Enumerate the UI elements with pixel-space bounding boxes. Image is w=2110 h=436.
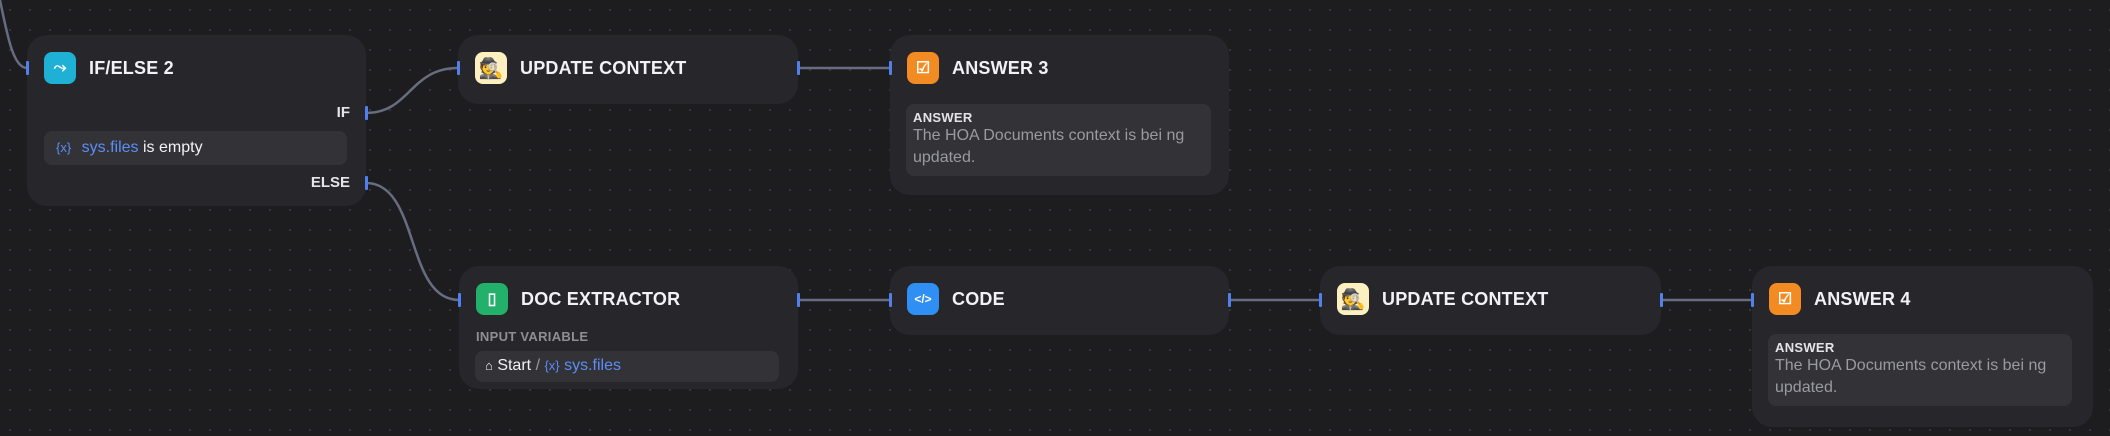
node-title: DOC EXTRACTOR <box>521 288 681 309</box>
branch-icon: ⤳ <box>44 52 76 84</box>
input-handle[interactable] <box>1319 293 1322 307</box>
node-title: UPDATE CONTEXT <box>520 57 687 78</box>
code-node[interactable]: </> CODE <box>889 266 1231 335</box>
input-variable: sys.files <box>564 357 622 374</box>
detective-emoji-icon: 🕵 <box>1337 283 1369 315</box>
condition-variable: sys.files <box>81 139 139 156</box>
update-context-node[interactable]: 🕵 UPDATE CONTEXT <box>457 35 800 104</box>
edge-else-doc-extractor <box>365 181 460 302</box>
update-context-node-2[interactable]: 🕵 UPDATE CONTEXT <box>1319 266 1663 335</box>
answer-text: The HOA Documents context is bei ng upda… <box>913 127 1185 166</box>
else-output-handle[interactable] <box>365 176 368 190</box>
output-handle[interactable] <box>1660 293 1663 307</box>
input-variable-row[interactable]: ⌂ Start / {x} sys.files <box>475 351 779 382</box>
answer-4-node[interactable]: ☑ ANSWER 4 ANSWER The HOA Documents cont… <box>1751 266 2093 427</box>
input-handle[interactable] <box>889 293 892 307</box>
doc-extractor-icon: ▯ <box>476 283 508 315</box>
answer-box: ANSWER The HOA Documents context is bei … <box>1768 334 2072 406</box>
node-title: IF/ELSE 2 <box>89 57 174 78</box>
node-title: ANSWER 4 <box>1814 288 1911 309</box>
answer-chat-icon: ☑ <box>907 52 939 84</box>
if-output-handle[interactable] <box>365 106 368 120</box>
node-title: UPDATE CONTEXT <box>1382 288 1549 309</box>
input-handle[interactable] <box>457 61 460 75</box>
input-handle[interactable] <box>1751 293 1754 307</box>
if-label: IF <box>336 104 350 121</box>
source-node: Start <box>497 357 532 374</box>
input-handle[interactable] <box>458 293 461 307</box>
doc-extractor-node[interactable]: ▯ DOC EXTRACTOR INPUT VARIABLE ⌂ Start /… <box>458 266 800 389</box>
node-title: ANSWER 3 <box>952 57 1049 78</box>
ifelse-node[interactable]: ⤳ IF/ELSE 2 IF {x} sys.files is empty EL… <box>26 35 368 206</box>
path-separator: / <box>535 357 541 374</box>
answer-field-label: ANSWER <box>913 110 973 125</box>
answer-text: The HOA Documents context is bei ng upda… <box>1775 357 2047 396</box>
output-handle[interactable] <box>1228 293 1231 307</box>
variable-icon: {x} <box>56 140 72 155</box>
answer-chat-icon: ☑ <box>1769 283 1801 315</box>
output-handle[interactable] <box>797 61 800 75</box>
answer-field-label: ANSWER <box>1775 340 1835 355</box>
answer-3-node[interactable]: ☑ ANSWER 3 ANSWER The HOA Documents cont… <box>889 35 1229 195</box>
output-handle[interactable] <box>797 293 800 307</box>
answer-box: ANSWER The HOA Documents context is bei … <box>906 104 1211 176</box>
variable-icon: {x} <box>544 358 560 373</box>
input-handle[interactable] <box>889 61 892 75</box>
input-variable-label: INPUT VARIABLE <box>476 329 589 344</box>
code-icon: </> <box>907 283 939 315</box>
condition-row[interactable]: {x} sys.files is empty <box>44 131 347 165</box>
edge-if-update-context <box>365 66 459 115</box>
node-title: CODE <box>952 288 1005 309</box>
condition-operator: is empty <box>143 139 203 156</box>
input-handle[interactable] <box>26 61 29 75</box>
home-icon: ⌂ <box>485 358 493 373</box>
else-label: ELSE <box>310 174 350 191</box>
detective-emoji-icon: 🕵 <box>475 52 507 84</box>
edge-incoming-ifelse <box>0 0 28 70</box>
